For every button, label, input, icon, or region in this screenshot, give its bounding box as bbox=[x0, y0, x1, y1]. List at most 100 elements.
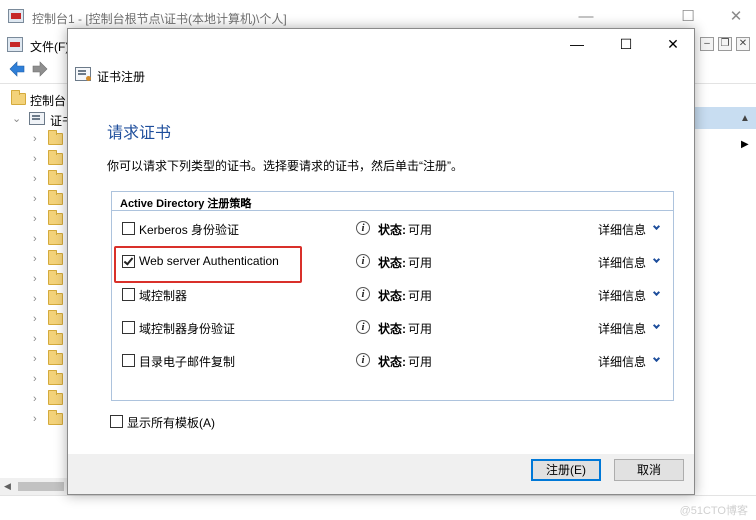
chevron-right-icon[interactable]: › bbox=[33, 353, 37, 365]
details-link[interactable]: 详细信息 bbox=[598, 221, 646, 238]
checkmark-icon bbox=[123, 255, 134, 266]
template-checkbox[interactable] bbox=[122, 288, 135, 301]
template-row[interactable]: 目录电子邮件复制 i 状态: 可用 详细信息 bbox=[112, 344, 673, 377]
tree-item-folder[interactable]: › bbox=[0, 389, 67, 409]
status-label: 状态: bbox=[378, 223, 406, 237]
folder-icon bbox=[48, 330, 63, 345]
tree-item-folder[interactable]: › bbox=[0, 289, 67, 309]
chevron-right-icon[interactable]: › bbox=[33, 233, 37, 245]
mdi-minimize-button[interactable]: – bbox=[700, 37, 714, 51]
mmc-menu-icon[interactable] bbox=[7, 37, 23, 52]
chevron-right-icon[interactable]: › bbox=[33, 373, 37, 385]
dialog-maximize-button[interactable]: ☐ bbox=[611, 33, 641, 55]
tree-item-folder[interactable]: › bbox=[0, 209, 67, 229]
chevron-right-icon[interactable]: › bbox=[33, 173, 37, 185]
tree-item-folder[interactable]: › bbox=[0, 349, 67, 369]
mmc-close-button[interactable]: ✕ bbox=[724, 6, 748, 28]
template-row[interactable]: Web server Authentication i 状态: 可用 详细信息 bbox=[112, 245, 673, 278]
template-row[interactable]: Kerberos 身份验证 i 状态: 可用 详细信息 bbox=[112, 212, 673, 245]
template-row[interactable]: 域控制器身份验证 i 状态: 可用 详细信息 bbox=[112, 311, 673, 344]
chevron-right-icon[interactable]: › bbox=[33, 213, 37, 225]
chevron-right-icon[interactable]: › bbox=[33, 413, 37, 425]
enroll-button[interactable]: 注册(E) bbox=[531, 459, 601, 481]
chevron-down-icon[interactable] bbox=[652, 354, 661, 363]
folder-icon bbox=[48, 130, 63, 145]
status-label: 状态: bbox=[378, 289, 406, 303]
template-checkbox[interactable] bbox=[122, 321, 135, 334]
folder-icon bbox=[48, 150, 63, 165]
wizard-header: 证书注册 bbox=[68, 59, 694, 91]
chevron-down-icon[interactable] bbox=[652, 222, 661, 231]
chevron-right-icon[interactable]: › bbox=[33, 293, 37, 305]
tree-item-folder[interactable]: › bbox=[0, 169, 67, 189]
tree-item-folder[interactable]: › bbox=[0, 409, 67, 429]
status-value: 可用 bbox=[408, 322, 433, 336]
chevron-right-icon[interactable]: › bbox=[33, 153, 37, 165]
collapse-arrow-icon[interactable]: ▲ bbox=[740, 113, 750, 124]
chevron-right-icon[interactable]: › bbox=[33, 333, 37, 345]
folder-icon bbox=[48, 410, 63, 425]
mmc-title: 控制台1 - [控制台根节点\证书(本地计算机)\个人] bbox=[32, 12, 287, 26]
chevron-down-icon[interactable]: ⌄ bbox=[12, 113, 21, 125]
chevron-down-icon[interactable] bbox=[652, 288, 661, 297]
template-row[interactable]: 域控制器 i 状态: 可用 详细信息 bbox=[112, 278, 673, 311]
info-icon: i bbox=[356, 353, 370, 367]
mmc-maximize-button[interactable]: ☐ bbox=[676, 6, 700, 28]
status-value: 可用 bbox=[408, 355, 433, 369]
checkbox[interactable] bbox=[110, 415, 123, 428]
dialog-minimize-button[interactable]: — bbox=[562, 33, 592, 55]
info-icon: i bbox=[356, 287, 370, 301]
scrollbar-thumb[interactable] bbox=[18, 482, 64, 491]
folder-icon bbox=[48, 230, 63, 245]
show-all-templates-checkbox[interactable]: 显示所有模板(A) bbox=[110, 413, 250, 431]
menu-file[interactable]: 文件(F) bbox=[30, 38, 69, 55]
tree-item-folder[interactable]: › bbox=[0, 309, 67, 329]
details-link[interactable]: 详细信息 bbox=[598, 320, 646, 337]
actions-header[interactable]: ▲ bbox=[695, 107, 756, 129]
page-heading: 请求证书 bbox=[107, 125, 172, 142]
more-actions-arrow-icon[interactable]: ▶ bbox=[741, 139, 749, 150]
cancel-button[interactable]: 取消 bbox=[614, 459, 684, 481]
chevron-right-icon[interactable]: › bbox=[33, 193, 37, 205]
enrollment-policy-list: Active Directory 注册策略 Kerberos 身份验证 i 状态: 可… bbox=[111, 191, 674, 401]
chevron-right-icon[interactable]: › bbox=[33, 253, 37, 265]
forward-arrow-icon[interactable] bbox=[31, 60, 49, 78]
tree-item-folder[interactable]: › bbox=[0, 149, 67, 169]
dialog-titlebar[interactable]: — ☐ ✕ bbox=[68, 29, 694, 59]
mmc-app-icon bbox=[8, 9, 24, 23]
mmc-minimize-button[interactable]: — bbox=[574, 6, 598, 28]
tree-horizontal-scrollbar[interactable]: ◀ bbox=[0, 478, 67, 495]
template-checkbox[interactable] bbox=[122, 354, 135, 367]
tree-item-folder[interactable]: › bbox=[0, 129, 67, 149]
chevron-down-icon[interactable] bbox=[652, 321, 661, 330]
chevron-down-icon[interactable] bbox=[652, 255, 661, 264]
tree-item-folder[interactable]: › bbox=[0, 189, 67, 209]
back-arrow-icon[interactable] bbox=[8, 60, 26, 78]
details-link[interactable]: 详细信息 bbox=[598, 254, 646, 271]
info-icon: i bbox=[356, 221, 370, 235]
details-link[interactable]: 详细信息 bbox=[598, 287, 646, 304]
tree-item-folder[interactable]: › bbox=[0, 329, 67, 349]
tree-item-label: 控制台 bbox=[30, 94, 67, 108]
tree-item-folder[interactable]: › bbox=[0, 269, 67, 289]
dialog-close-button[interactable]: ✕ bbox=[658, 33, 688, 55]
mdi-close-button[interactable]: ✕ bbox=[736, 37, 750, 51]
tree-item-folder[interactable]: › bbox=[0, 369, 67, 389]
template-checkbox[interactable] bbox=[122, 222, 135, 235]
template-checkbox[interactable] bbox=[122, 255, 135, 268]
chevron-right-icon[interactable]: › bbox=[33, 313, 37, 325]
details-link[interactable]: 详细信息 bbox=[598, 353, 646, 370]
folder-icon bbox=[11, 90, 26, 105]
chevron-right-icon[interactable]: › bbox=[33, 273, 37, 285]
tree-item-folder[interactable]: › bbox=[0, 229, 67, 249]
mdi-restore-button[interactable]: ❐ bbox=[718, 37, 732, 51]
status-label: 状态: bbox=[378, 256, 406, 270]
status-label: 状态: bbox=[378, 322, 406, 336]
tree-item-console-root[interactable]: 控制台 bbox=[0, 89, 67, 109]
tree-item-folder[interactable]: › bbox=[0, 249, 67, 269]
chevron-right-icon[interactable]: › bbox=[33, 133, 37, 145]
scroll-left-arrow-icon[interactable]: ◀ bbox=[4, 481, 11, 492]
chevron-right-icon[interactable]: › bbox=[33, 393, 37, 405]
folder-icon bbox=[48, 370, 63, 385]
tree-item-certificates[interactable]: ⌄ 证书 bbox=[0, 109, 74, 129]
